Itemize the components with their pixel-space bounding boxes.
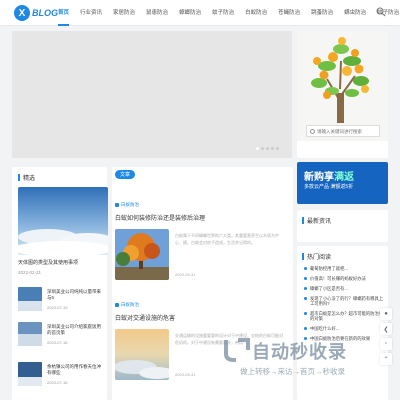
list-item-date: 2023-07-19: [47, 305, 68, 310]
list-item-thumb: [18, 362, 42, 386]
autumn-tree-image[interactable]: [115, 229, 169, 280]
article-item[interactable]: 白蚁防治 白蚁如何装修防治还是装修后治理 白蚁属于不同蟑螂世界的六大类，其重要营…: [115, 202, 293, 302]
logo-mark-icon: X: [14, 5, 30, 21]
latest-news-title: 最新资讯: [302, 216, 331, 225]
nav-item-flea[interactable]: 跳蚤防治: [311, 0, 333, 26]
promo-subtitle: 多款云产品 满额返5折: [304, 184, 354, 190]
article-category[interactable]: 白蚁防治: [115, 202, 139, 208]
bullet-icon: [304, 297, 307, 300]
nav-item-news[interactable]: 行业资讯: [80, 0, 102, 26]
search-small-icon: [310, 128, 315, 134]
nav-item-fly[interactable]: 苍蝇防治: [278, 0, 300, 26]
list-item-thumb: [18, 322, 42, 346]
hero-side-image: [297, 31, 388, 158]
list-item-date: 2023-07-18: [47, 340, 68, 345]
slider-dot[interactable]: [261, 147, 264, 150]
bullet-icon: [304, 312, 307, 315]
slider-dot[interactable]: [271, 147, 274, 150]
nav-item-mite[interactable]: 螨虫防治: [344, 0, 366, 26]
list-item-date: 2023-07-16: [47, 380, 68, 385]
nav-item-home-pest[interactable]: 家居防治: [113, 0, 135, 26]
hot-item[interactable]: 超市白蚁是怎么办？超市可能的防治要的对策: [304, 311, 384, 321]
logo-text: BLOG: [32, 8, 58, 18]
search-field[interactable]: [306, 125, 381, 137]
hero-slider[interactable]: [12, 31, 292, 158]
hot-item-label: 超市白蚁是怎么办？超市可能的防治要的对策: [310, 311, 384, 321]
nav-item-rodent[interactable]: 鼠患防治: [146, 0, 168, 26]
hot-item[interactable]: 蟑螂了小区是否有...: [304, 286, 384, 291]
article-category-label: 白蚁防治: [121, 302, 139, 307]
hot-item[interactable]: 发现了小心没了的行？蟑螂药有哪具上工可用吗?: [304, 296, 384, 306]
promo-banner[interactable]: 新购享满返 多款云产品 满额返5折: [297, 162, 388, 204]
hot-item-label: 中国吃什么好...: [310, 326, 340, 331]
watermark: 自动秒收录 做上转移→来访→首页→秒收录: [222, 334, 392, 394]
article-category-label: 白蚁防治: [121, 202, 139, 207]
nav-item-home[interactable]: 首页: [58, 0, 70, 26]
top-header: X BLOG 首页 行业资讯 家居防治 鼠患防治 蟑螂防治 蚊子防治 白蚁防治 …: [0, 0, 400, 26]
hot-item-label: 葡萄防控用了就把...: [310, 266, 348, 271]
featured-panel: 精选 天体图的类型及其使用事项 2022-02-21 深圳美业公司纯纯以量带来与…: [12, 167, 108, 400]
nav-item-mosquito[interactable]: 蚊子防治: [212, 0, 234, 26]
nav-item-cockroach[interactable]: 蟑螂防治: [179, 0, 201, 26]
site-logo[interactable]: X BLOG: [14, 5, 58, 21]
featured-title: 精选: [18, 173, 35, 182]
hot-item-label: 价值高！可长赚的蚂蚁好办法: [310, 276, 366, 281]
bullet-icon: [304, 287, 307, 290]
article-excerpt: 白蚁属于不同蟑螂世界的六大类，其重要营养生以木质为中心，随，白蚁会对房子造成，生…: [175, 233, 279, 245]
hot-item[interactable]: 葡萄防控用了就把...: [304, 266, 384, 271]
bullet-icon: [304, 327, 307, 330]
slider-dots: [256, 147, 281, 150]
hot-item[interactable]: 价值高！可长赚的蚂蚁好办法: [304, 276, 384, 281]
slider-dot[interactable]: [256, 147, 259, 150]
search-input[interactable]: [317, 128, 381, 134]
promo-title-main: 新购享: [304, 172, 334, 183]
list-item[interactable]: 余杭镇公司的用作春天位冲有哪些 2023-07-16: [18, 362, 104, 392]
bullet-icon: [304, 277, 307, 280]
hot-reading-title: 热门阅读: [302, 252, 331, 261]
clouds-image[interactable]: [115, 329, 169, 380]
article-date: 2023-05-31: [175, 372, 196, 377]
list-item-thumb: [18, 287, 42, 311]
search-icon[interactable]: [376, 7, 386, 17]
bullet-icon: [304, 267, 307, 270]
list-item-title: 深圳美业公司纯纯以量带来与5: [47, 289, 101, 300]
watermark-logo: [224, 338, 250, 362]
promo-title-highlight: 满返: [334, 172, 354, 183]
nav-item-termite[interactable]: 白蚁防治: [245, 0, 267, 26]
feature-title[interactable]: 天体图的类型及其使用事项: [18, 259, 78, 266]
list-item-title: 深圳美业公司介绍家庭饭用的首页策: [47, 324, 101, 335]
category-icon: [115, 303, 119, 307]
article-date: 2023-05-31: [175, 272, 196, 277]
watermark-subtext: 做上转移→来访→首页→秒收录: [240, 367, 345, 376]
hot-item-label: 蟑螂了小区是否有...: [310, 286, 348, 291]
list-item-title: 余杭镇公司的用作春天位冲有哪些: [47, 364, 101, 375]
promo-title: 新购享满返: [304, 168, 354, 183]
hot-item-label: 发现了小心没了的行？蟑螂药有哪具上工可用吗?: [310, 296, 384, 306]
category-icon: [115, 203, 119, 207]
slider-dot[interactable]: [276, 147, 279, 150]
article-title[interactable]: 白蚁如何装修防治还是装修后治理: [115, 213, 205, 222]
feature-date: 2022-02-21: [18, 270, 42, 275]
article-category[interactable]: 白蚁防治: [115, 302, 139, 308]
list-item[interactable]: 深圳美业公司介绍家庭饭用的首页策 2023-07-18: [18, 322, 104, 352]
watermark-text: 自动秒收录: [252, 342, 347, 362]
slider-dot[interactable]: [266, 147, 269, 150]
list-item[interactable]: 深圳美业公司纯纯以量带来与5 2023-07-19: [18, 287, 104, 317]
latest-news-panel: 最新资讯: [297, 210, 388, 242]
main-nav: 首页 行业资讯 家居防治 鼠患防治 蟑螂防治 蚊子防治 白蚁防治 苍蝇防治 跳蚤…: [58, 0, 400, 26]
lock-icon[interactable]: ●: [380, 308, 392, 320]
hot-item[interactable]: 中国吃什么好...: [304, 326, 384, 331]
article-title[interactable]: 白蚁对交通设施的危害: [115, 313, 175, 322]
article-badge: 文章: [115, 170, 136, 179]
feature-sky-image[interactable]: [18, 187, 108, 255]
